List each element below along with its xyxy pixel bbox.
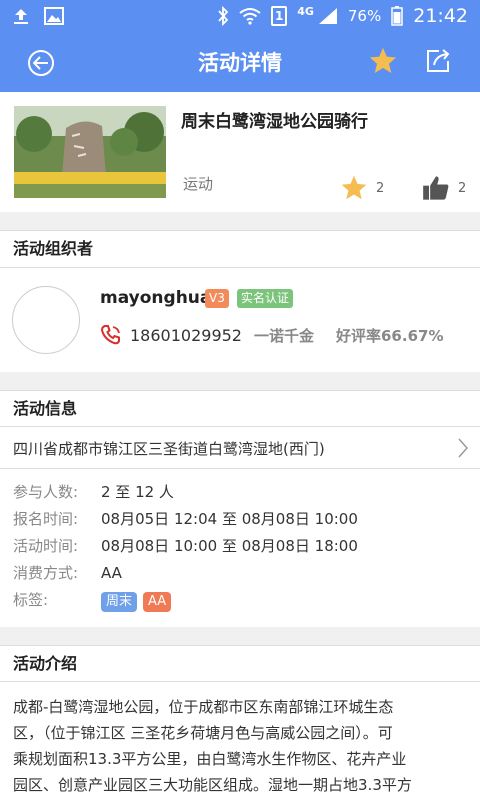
favorite-count: 2	[340, 174, 384, 202]
time-label: 活动时间:	[13, 537, 79, 555]
upload-icon	[12, 7, 30, 25]
tags-label: 标签:	[13, 591, 49, 609]
phone-number: 18601029952	[130, 325, 242, 345]
intro-text: 成都-白鹭湾湿地公园，位于成都市区东南部锦江环城生态 区，（位于锦江区 三圣花乡…	[0, 682, 480, 800]
time-value: 08月08日 10:00 至 08月08日 18:00	[101, 537, 358, 555]
payment-value: AA	[101, 564, 122, 582]
participants-value: 2 至 12 人	[101, 483, 174, 501]
tags-row: 标签: 周末 AA	[13, 589, 177, 612]
payment-row: 消费方式: AA	[13, 562, 122, 583]
organizer-card[interactable]: mayonghua V3 实名认证 18601029952 一诺千金 好评率66…	[0, 268, 480, 372]
organizer-heading: 活动组织者	[13, 239, 94, 258]
info-heading: 活动信息	[13, 399, 78, 418]
share-icon	[427, 49, 450, 72]
intro-line: 乘规划面积13.3平方公里，由白鹭湾水生作物区、花卉产业	[13, 750, 407, 768]
address-text: 四川省成都市锦江区三圣街道白鹭湾湿地(西门)	[13, 440, 325, 458]
like-count: 2	[422, 174, 466, 202]
info-section-header: 活动信息	[0, 390, 480, 427]
thumbs-up-icon	[423, 176, 449, 200]
phone-icon	[100, 325, 120, 345]
participants-row: 参与人数: 2 至 12 人	[13, 481, 174, 502]
rating-label: 好评率66.67%	[336, 327, 444, 345]
tag-aa[interactable]: AA	[143, 592, 172, 612]
share-button[interactable]	[424, 47, 452, 79]
activity-thumbnail	[14, 106, 166, 198]
signup-row: 报名时间: 08月05日 12:04 至 08月08日 10:00	[13, 508, 358, 529]
avatar[interactable]	[12, 286, 80, 354]
sim-badge: 1	[271, 6, 288, 26]
clock: 21:42	[413, 5, 468, 27]
network-type: 4G	[297, 4, 314, 18]
signup-label: 报名时间:	[13, 510, 79, 528]
organizer-section-header: 活动组织者	[0, 230, 480, 268]
battery-icon	[391, 6, 403, 26]
chevron-right-icon	[458, 438, 469, 458]
signal-icon	[318, 7, 338, 25]
payment-label: 消费方式:	[13, 564, 79, 582]
intro-line: 园区、创意产业园区三大功能区组成。湿地一期占地3.3平方	[13, 776, 412, 794]
intro-line: 区，（位于锦江区 三圣花乡荷塘月色与高威公园之间）。可	[13, 724, 393, 742]
participants-label: 参与人数:	[13, 483, 79, 501]
image-icon	[44, 7, 64, 25]
activity-title: 周末白鹭湾湿地公园骑行	[181, 112, 368, 132]
page-title: 活动详情	[198, 51, 282, 75]
verify-badge: 实名认证	[237, 289, 294, 308]
time-row: 活动时间: 08月08日 10:00 至 08月08日 18:00	[13, 535, 358, 556]
title-bar: 活动详情	[0, 32, 480, 92]
phone-row[interactable]: 18601029952	[100, 324, 242, 346]
signup-value: 08月05日 12:04 至 08月08日 10:00	[101, 510, 358, 528]
intro-section-header: 活动介绍	[0, 645, 480, 682]
star-icon	[369, 47, 397, 73]
address-row[interactable]: 四川省成都市锦江区三圣街道白鹭湾湿地(西门)	[0, 427, 480, 469]
activity-category: 运动	[183, 175, 214, 193]
level-badge: V3	[205, 289, 229, 308]
activity-summary[interactable]: 周末白鹭湾湿地公园骑行 运动 2 2	[0, 92, 480, 212]
favorite-button[interactable]	[368, 46, 398, 80]
intro-heading: 活动介绍	[13, 654, 78, 673]
battery-percent: 76%	[347, 7, 382, 25]
info-details: 参与人数: 2 至 12 人 报名时间: 08月05日 12:04 至 08月08日…	[0, 469, 480, 627]
bluetooth-icon	[217, 6, 229, 26]
star-icon	[341, 175, 367, 200]
promise-label: 一诺千金	[254, 327, 315, 345]
favorite-count-value: 2	[376, 180, 385, 196]
wifi-icon	[239, 7, 261, 25]
like-count-value: 2	[458, 180, 467, 196]
back-button[interactable]	[28, 50, 54, 76]
tag-weekend[interactable]: 周末	[101, 592, 138, 612]
status-bar: 1 4G 76% 21:42	[0, 0, 480, 32]
organizer-name: mayonghua	[100, 288, 212, 308]
back-arrow-icon	[33, 56, 48, 70]
intro-line: 成都-白鹭湾湿地公园，位于成都市区东南部锦江环城生态	[13, 698, 394, 716]
